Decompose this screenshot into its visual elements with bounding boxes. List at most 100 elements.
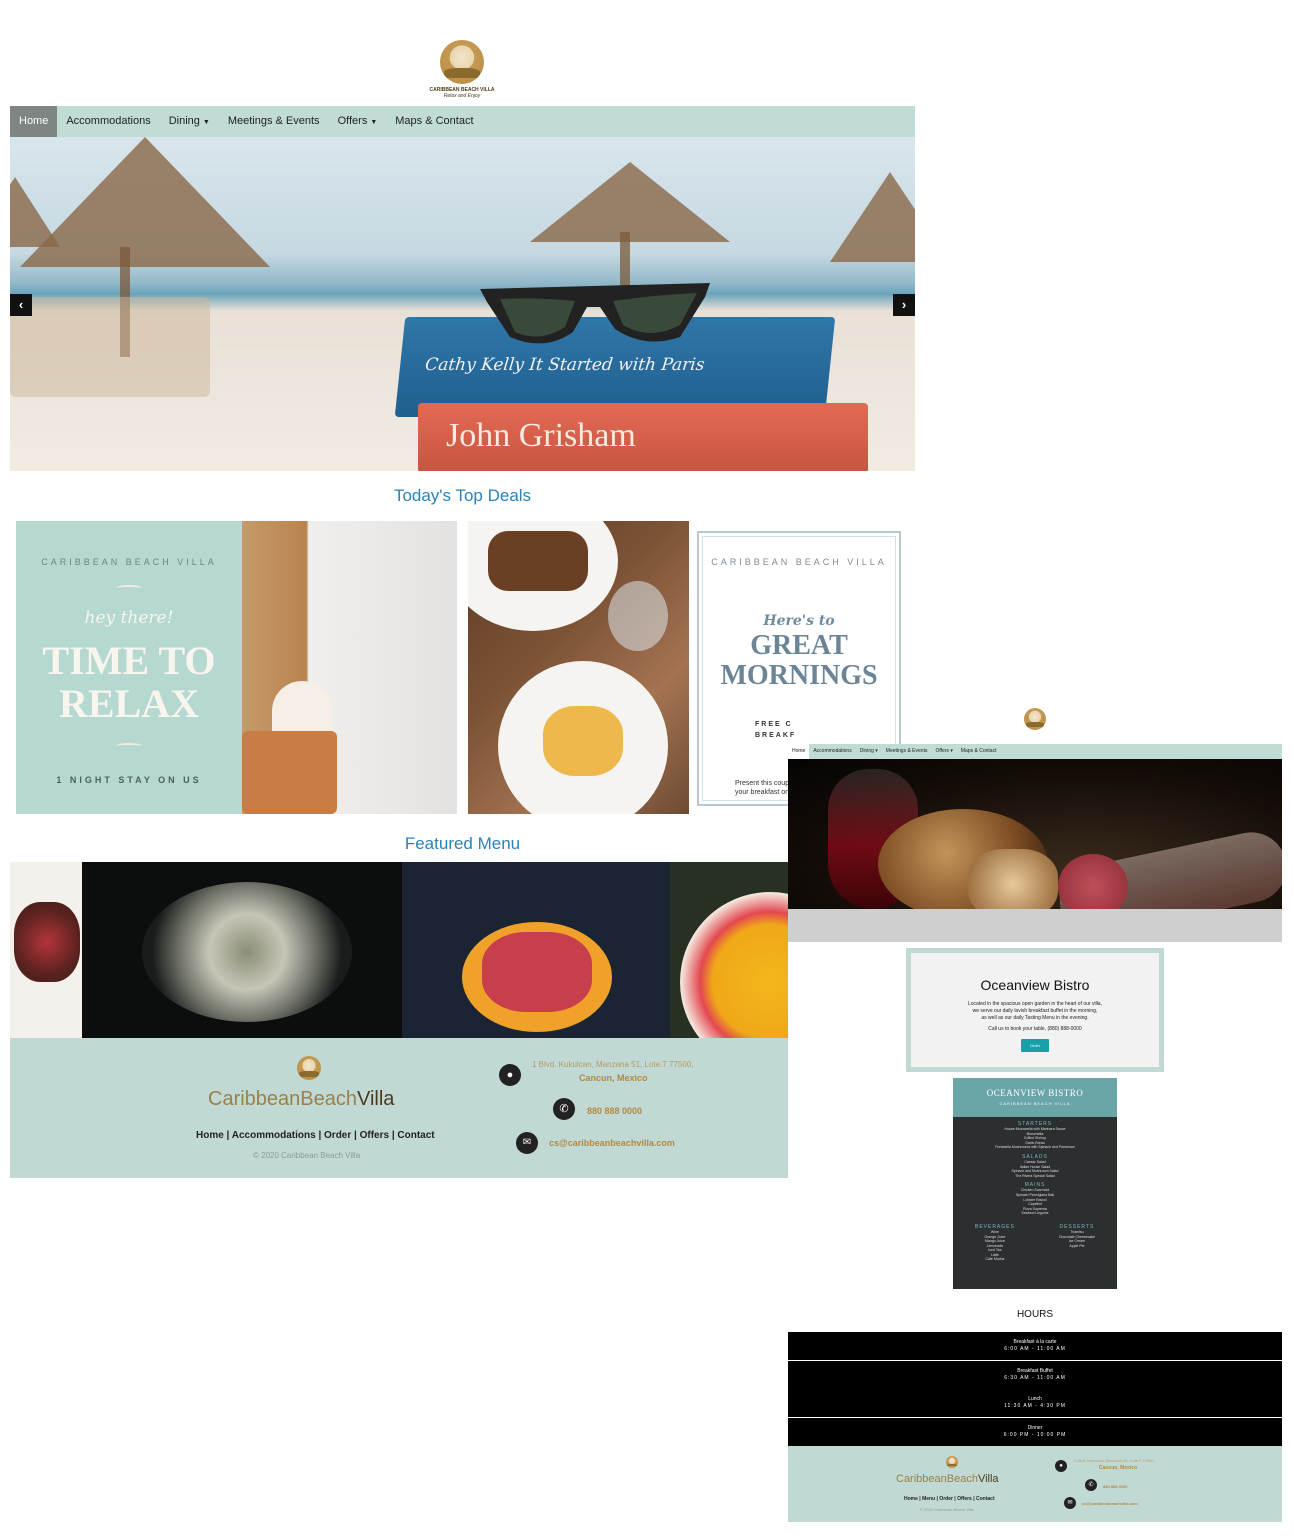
- footer-brand: CaribbeanBeachVilla: [208, 1088, 394, 1111]
- deal-card-relax[interactable]: CARIBBEAN BEACH VILLA hey there! TIME TO…: [16, 521, 457, 814]
- menu-item: The Rivera Special Salad: [1015, 1173, 1055, 1178]
- deal-brand: CARIBBEAN BEACH VILLA: [711, 557, 887, 567]
- footer-logo[interactable]: [297, 1056, 321, 1080]
- menu-section-desserts: DESSERTS Tiramisu Chocolate Cheesecake Ice …: [1059, 1224, 1095, 1262]
- site-footer-small: CaribbeanBeachVilla Home | Menu | Order …: [788, 1446, 1282, 1522]
- map-marker-icon: ●: [1055, 1460, 1067, 1472]
- tablecloth-image: [788, 909, 1282, 942]
- umbrella-image: [10, 177, 60, 247]
- site-footer: CaribbeanBeachVilla Home | Accommodation…: [10, 1038, 788, 1178]
- soup-image: [670, 862, 788, 1038]
- umbrella-image: [830, 172, 915, 262]
- bistro-title: Oceanview Bistro: [980, 977, 1090, 993]
- nav-maps-contact[interactable]: Maps & Contact: [957, 744, 1001, 759]
- sunglasses-image: [480, 283, 710, 344]
- toast-image: [488, 531, 588, 591]
- footer-address-line2: Cancun, Mexico: [1099, 1465, 1138, 1471]
- main-nav-small: Home Accommodations Dining ▾ Meetings & …: [788, 744, 1282, 759]
- footer-phone[interactable]: 880 888 0000: [587, 1106, 642, 1116]
- footer-links[interactable]: Home | Accommodations | Order | Offers |…: [196, 1130, 435, 1141]
- menu-item: Seafood Linguine: [1021, 1211, 1049, 1216]
- menu-card-header: OCEANVIEW BISTRO CARIBBEAN BEACH VILLA: [953, 1078, 1117, 1117]
- nav-label: Accommodations: [66, 115, 151, 127]
- nav-maps-contact[interactable]: Maps & Contact: [386, 106, 482, 137]
- menu-item: Portabella Mushrooms with Spinach and Pa…: [995, 1145, 1075, 1150]
- featured-menu-carousel: [10, 862, 788, 1038]
- hours-time: 6:30 AM - 11:00 AM: [1004, 1375, 1066, 1381]
- menu-sections: STARTERS House Mozzarella with Marinara S…: [953, 1121, 1117, 1216]
- order-button[interactable]: Order: [1020, 1039, 1050, 1052]
- nav-accommodations[interactable]: Accommodations: [809, 744, 855, 759]
- deal-note: Present this coupo your breakfast on: [735, 779, 793, 797]
- footer-address-line1: 1 Blvd. Kukulcan, Manzana 51, Lote.7 775…: [1074, 1458, 1155, 1463]
- nav-offers[interactable]: Offers ▾: [931, 744, 956, 759]
- palm-logo-icon: [440, 40, 484, 84]
- footer-email[interactable]: cs@caribbeanbeachvilla.com: [549, 1138, 675, 1148]
- map-marker-icon: ●: [499, 1064, 521, 1086]
- side-table-image: [242, 731, 337, 814]
- hours-time: 6:00 AM - 11:00 AM: [1004, 1346, 1066, 1352]
- footer-logo[interactable]: [946, 1456, 958, 1468]
- umbrella-image: [20, 137, 270, 267]
- main-nav: Home Accommodations Dining ▼ Meetings & E…: [10, 106, 915, 137]
- caret-down-icon: ▼: [202, 119, 210, 126]
- red-book: John Grisham: [418, 403, 868, 471]
- nav-offers[interactable]: Offers ▼: [329, 106, 387, 137]
- site-logo-small[interactable]: [1018, 708, 1052, 744]
- deal-card-breakfast[interactable]: [468, 521, 689, 814]
- steak-image: [10, 862, 82, 1038]
- bistro-hero-image: [788, 759, 1282, 942]
- oysters-image: [82, 862, 402, 1038]
- hours-row: Lunch 11:30 AM - 4:30 PM: [788, 1389, 1282, 1417]
- eggs-image: [543, 706, 623, 776]
- footer-links[interactable]: Home | Menu | Order | Offers | Contact: [904, 1496, 995, 1502]
- book-title: Cathy Kelly It Started with Paris: [424, 355, 706, 375]
- menu-card-title: OCEANVIEW BISTRO: [986, 1088, 1084, 1098]
- hours-name: Breakfast Buffet: [1017, 1368, 1053, 1374]
- deal-greeting: Here's to: [763, 613, 835, 629]
- phone-icon: ✆: [1085, 1479, 1097, 1491]
- footer-copyright: © 2020 Caribbean Beach Villa: [253, 1151, 361, 1160]
- menu-columns: BEVERAGES Wine Orange Juice Mango Juice Lemo…: [953, 1220, 1117, 1262]
- glass-image: [608, 581, 668, 651]
- carousel-next-button[interactable]: ›: [893, 294, 915, 316]
- site-logo[interactable]: CARIBBEAN BEACH VILLA Relax and Enjoy: [428, 40, 496, 106]
- book-author: John Grisham: [446, 417, 636, 454]
- nav-accommodations[interactable]: Accommodations: [57, 106, 159, 137]
- deal-offer: 1 NIGHT STAY ON US: [56, 775, 202, 785]
- hours-name: Dinner: [1027, 1425, 1043, 1431]
- hours-heading: HOURS: [1016, 1309, 1054, 1320]
- bistro-description: Located in the spacious open garden in t…: [911, 1001, 1159, 1022]
- nav-label: Offers: [337, 115, 368, 127]
- bistro-call: Call us to book your table, (880) 888-00…: [988, 1026, 1082, 1032]
- sunbed-image: [10, 297, 210, 397]
- umbrella-image: [530, 162, 730, 242]
- menu-section: SALADS Caesar Salad Italian House Salad Spi…: [953, 1154, 1117, 1178]
- nav-dining[interactable]: Dining ▼: [160, 106, 219, 137]
- brand-part: Villa: [357, 1088, 395, 1110]
- menu-section: STARTERS House Mozzarella with Marinara S…: [953, 1121, 1117, 1150]
- hero-carousel: Cathy Kelly It Started with Paris John G…: [10, 137, 915, 471]
- footer-email[interactable]: cs@caribbeanbeachvilla.com: [1082, 1501, 1138, 1506]
- deals-heading: Today's Top Deals: [393, 486, 532, 505]
- deal-note-line: Present this coupo: [735, 780, 793, 787]
- nav-meetings-events[interactable]: Meetings & Events: [882, 744, 932, 759]
- hours-row: Breakfast Buffet 6:30 AM - 11:00 AM: [788, 1361, 1282, 1389]
- brand-part: CaribbeanBeach: [896, 1473, 978, 1485]
- palm-logo-icon: [1024, 708, 1046, 730]
- nav-dining[interactable]: Dining ▾: [856, 744, 882, 759]
- menu-section: MAINS Chicken Scarmoid Spinach Parmigiana …: [953, 1182, 1117, 1216]
- nav-home[interactable]: Home: [788, 744, 810, 759]
- footer-phone[interactable]: 880 888 0000: [1103, 1484, 1127, 1489]
- divider-ornament: [116, 585, 142, 591]
- hours-name: Breakfast à la carte: [1013, 1339, 1057, 1345]
- bistro-description-line: Located in the spacious open garden in t…: [968, 1001, 1102, 1007]
- carousel-prev-button[interactable]: ‹: [10, 294, 32, 316]
- hours-time: 6:00 PM - 10:00 PM: [1003, 1432, 1067, 1438]
- deal-offer-line: FREE C: [755, 721, 793, 728]
- nav-meetings-events[interactable]: Meetings & Events: [219, 106, 329, 137]
- hours-row: Breakfast à la carte 6:00 AM - 11:00 AM: [788, 1332, 1282, 1360]
- deal-greeting: hey there!: [84, 608, 174, 628]
- bistro-info-card: Oceanview Bistro Located in the spacious…: [906, 948, 1164, 1072]
- nav-home[interactable]: Home: [10, 106, 58, 137]
